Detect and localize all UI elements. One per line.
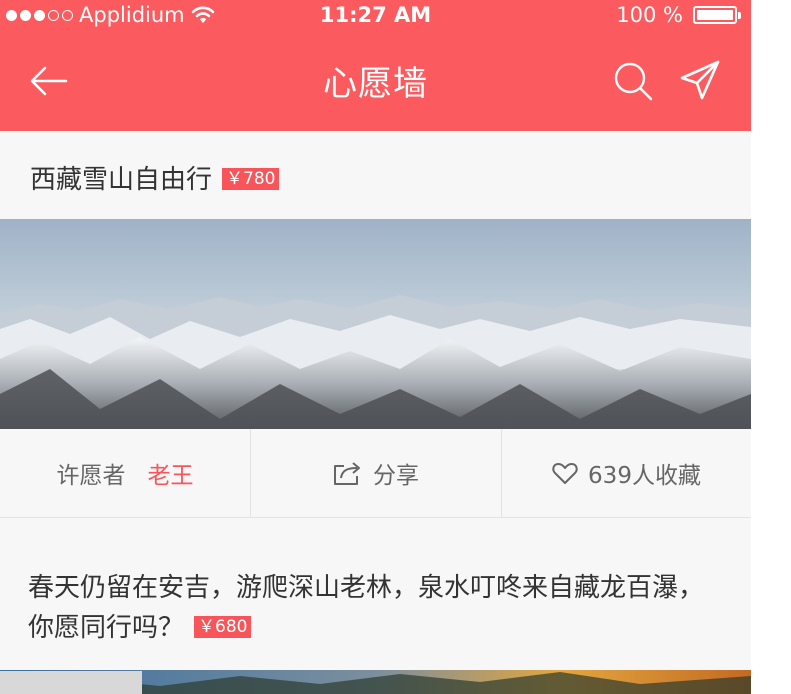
- scrollbar[interactable]: [0, 671, 142, 694]
- app-screen: Applidium 11:27 AM 100 % 心愿墙 西藏雪山自由行 ￥78…: [0, 0, 751, 694]
- battery-icon: [693, 6, 741, 24]
- top-bar: Applidium 11:27 AM 100 % 心愿墙: [0, 0, 751, 131]
- wish-title: 西藏雪山自由行: [30, 165, 213, 195]
- snow-mountain-photo[interactable]: [0, 219, 751, 429]
- wish-2-title: 春天仍留在安吉，游爬深山老林，泉水叮咚来自藏龙百瀑，你愿同行吗？: [28, 573, 705, 643]
- wish-card-2-header[interactable]: 春天仍留在安吉，游爬深山老林，泉水叮咚来自藏龙百瀑，你愿同行吗？ ￥680: [0, 518, 751, 670]
- owner-label: 许愿者: [56, 463, 126, 489]
- owner-info: 许愿者 老王: [0, 429, 250, 517]
- battery-percent: 100 %: [616, 3, 683, 27]
- wish-card-header[interactable]: 西藏雪山自由行 ￥780: [0, 131, 751, 219]
- search-icon[interactable]: [610, 58, 656, 104]
- owner-name-link[interactable]: 老王: [148, 456, 194, 490]
- price-badge: ￥680: [194, 615, 252, 638]
- wish-2-title-row: 春天仍留在安吉，游爬深山老林，泉水叮咚来自藏龙百瀑，你愿同行吗？ ￥680: [28, 568, 728, 648]
- status-right: 100 %: [616, 3, 741, 27]
- share-label: 分享: [373, 463, 419, 489]
- heart-icon: [552, 463, 578, 484]
- wish-actions-bar: 许愿者 老王 分享 639人收藏: [0, 429, 751, 518]
- price-badge: ￥780: [222, 167, 280, 190]
- status-bar: Applidium 11:27 AM 100 %: [0, 0, 751, 36]
- navigation-bar: 心愿墙: [0, 36, 751, 131]
- favorite-count: 639人收藏: [588, 463, 701, 489]
- share-button[interactable]: 分享: [251, 429, 501, 517]
- share-icon: [334, 462, 360, 485]
- send-icon[interactable]: [676, 56, 724, 104]
- favorite-button[interactable]: 639人收藏: [502, 429, 751, 517]
- wish-title-row: 西藏雪山自由行 ￥780: [30, 159, 280, 196]
